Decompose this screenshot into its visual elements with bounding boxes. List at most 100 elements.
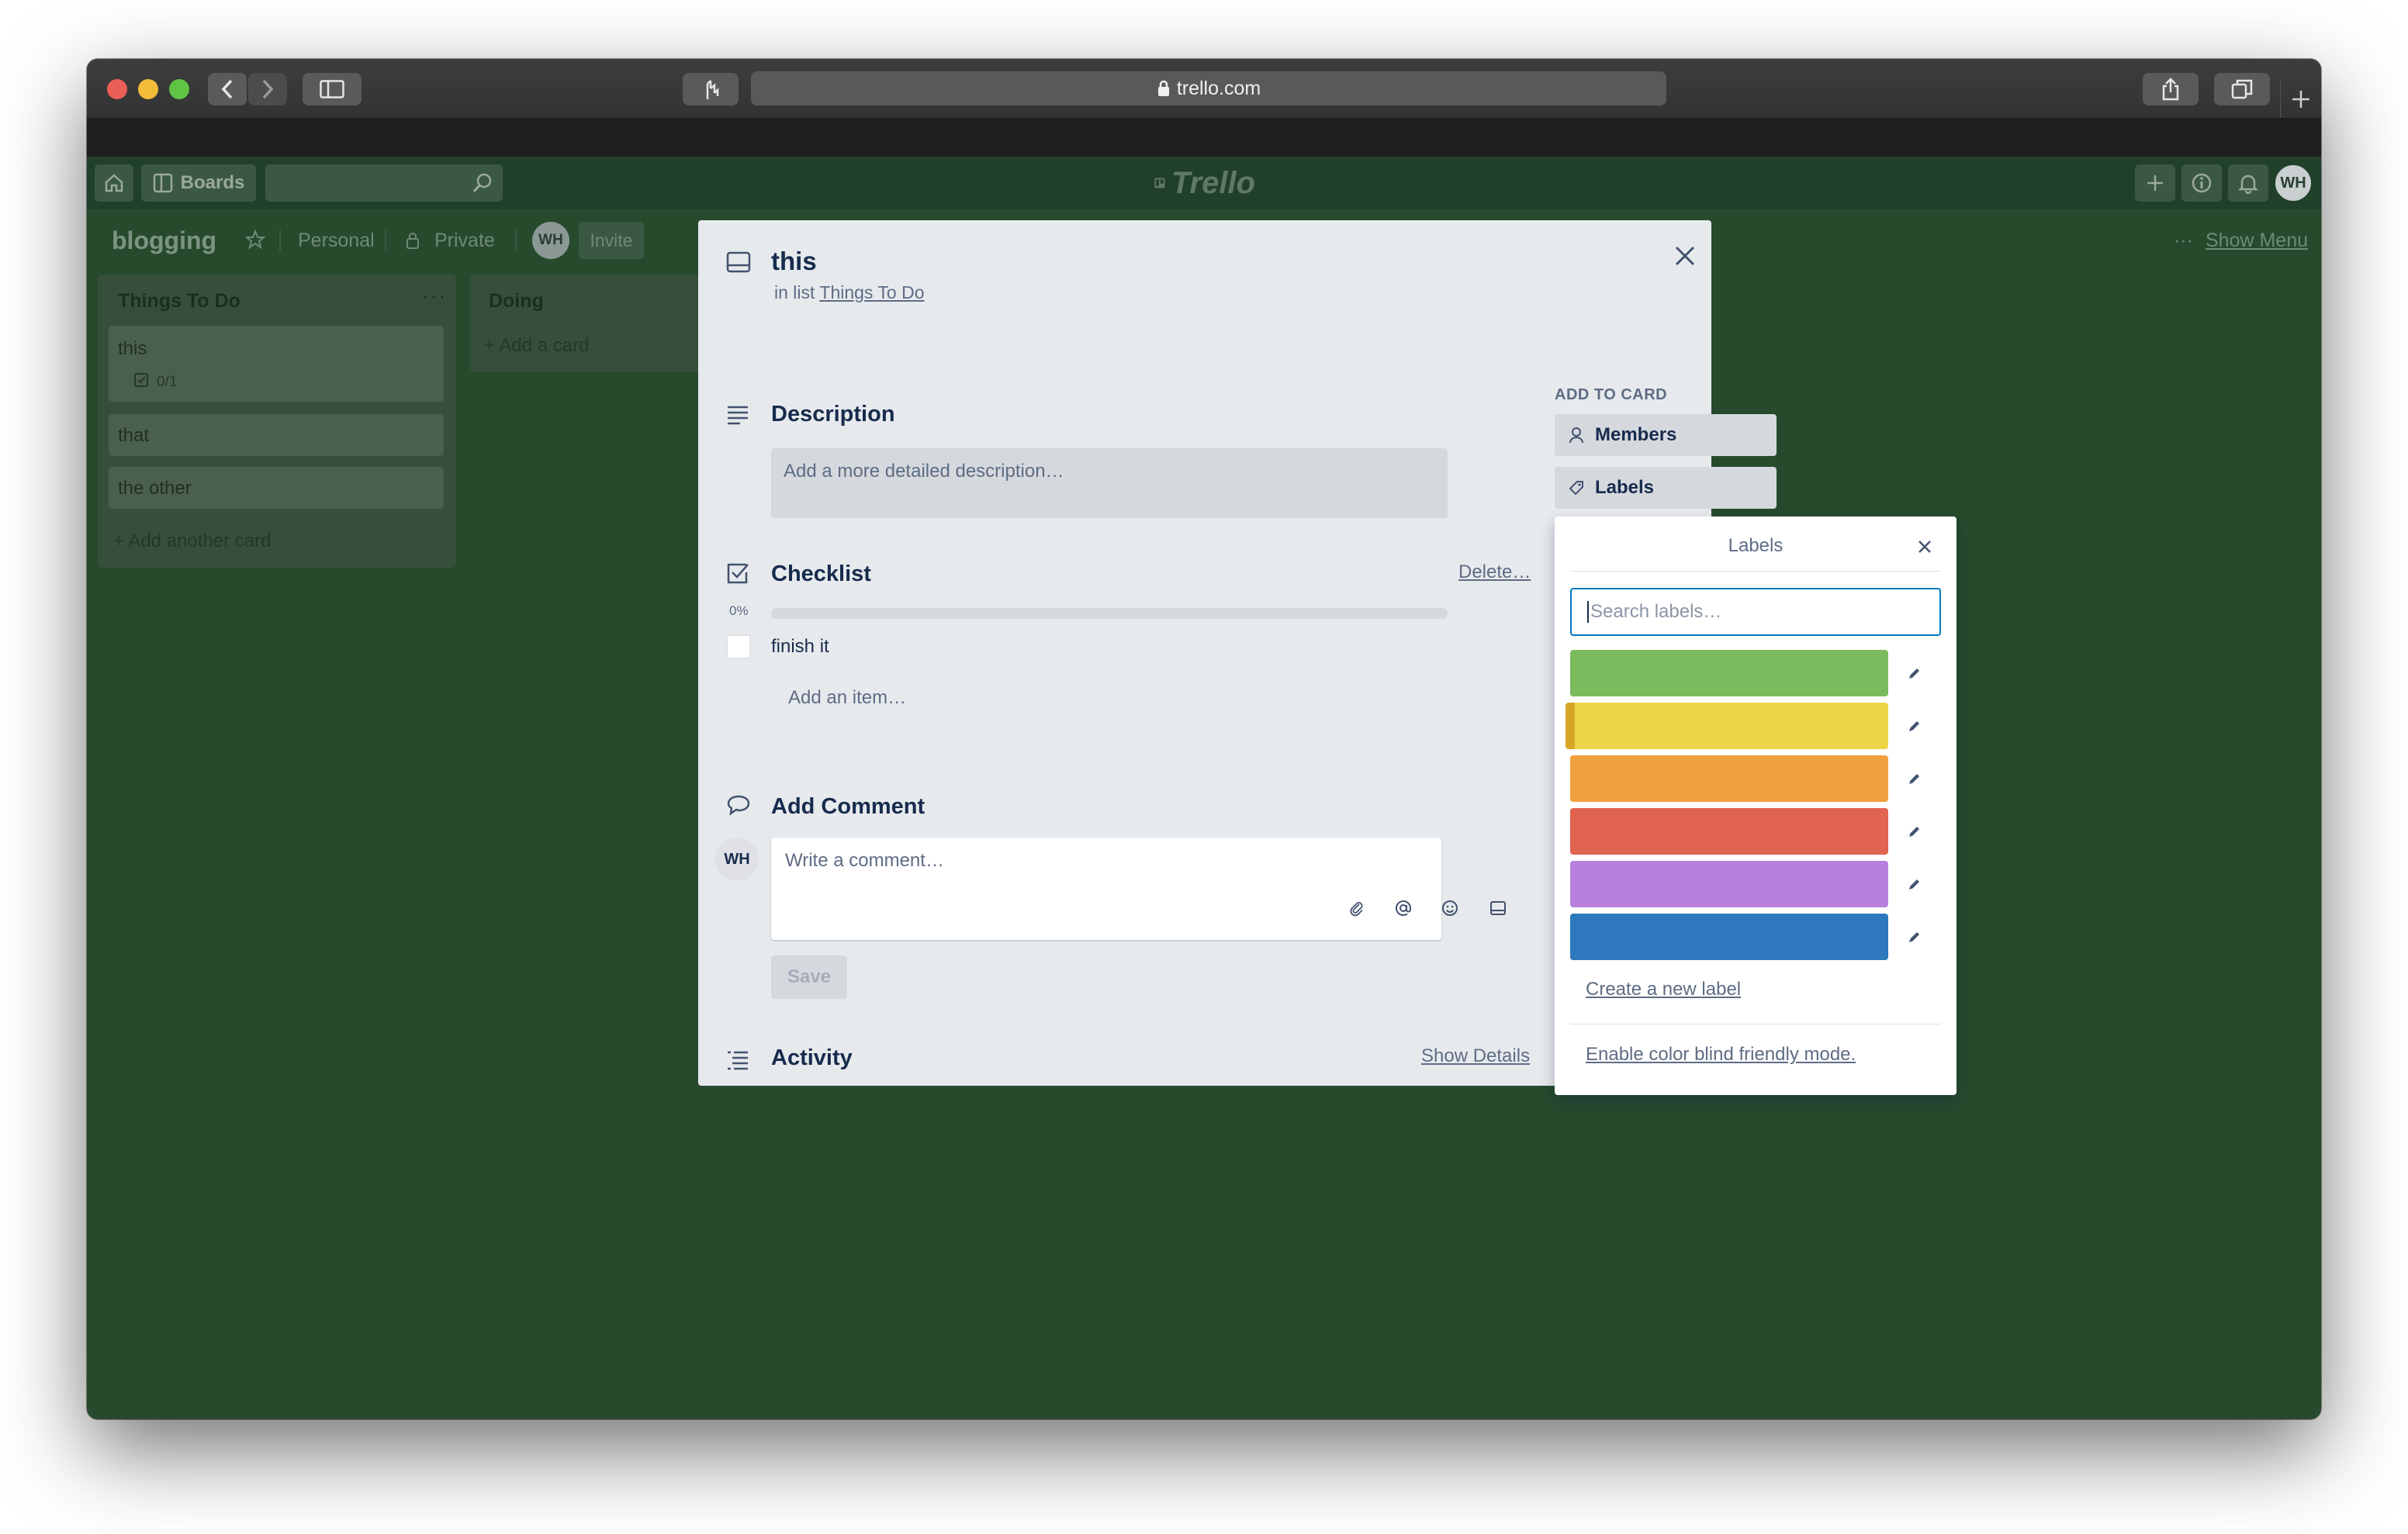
window-minimize-button[interactable] [138, 79, 158, 99]
list-menu-button[interactable]: ··· [422, 284, 447, 308]
board-header-divider [279, 230, 281, 251]
labels-button[interactable]: Labels [1555, 467, 1777, 509]
lock-icon [407, 233, 419, 249]
board-title[interactable]: blogging [112, 226, 216, 255]
popover-divider [1570, 571, 1941, 572]
close-icon[interactable] [1916, 538, 1933, 555]
pencil-icon [1909, 932, 1919, 942]
card-item[interactable]: the other [109, 467, 444, 509]
emoji-icon[interactable] [1441, 900, 1458, 917]
mention-icon[interactable] [1395, 900, 1412, 917]
create-new-label-button[interactable]: Create a new label [1586, 979, 1741, 1000]
tag-icon [1569, 481, 1583, 496]
tabs-overview-button[interactable] [2214, 73, 2270, 105]
edit-label-button[interactable] [1899, 869, 1930, 900]
browser-toolbar: trello.com [87, 59, 2321, 119]
share-button[interactable] [2143, 73, 2199, 105]
search-icon [472, 173, 492, 192]
board-member-avatar[interactable]: WH [532, 222, 569, 259]
user-avatar[interactable]: WH [2273, 163, 2313, 203]
person-icon [1569, 427, 1583, 444]
boards-button[interactable]: Boards [141, 164, 256, 202]
delete-checklist-button[interactable]: Delete… [1458, 561, 1531, 583]
add-checklist-item-button[interactable]: Add an item… [788, 687, 906, 709]
add-another-card-button[interactable]: + Add another card [113, 530, 271, 552]
window-zoom-button[interactable] [169, 79, 189, 99]
address-bar[interactable]: trello.com [751, 71, 1666, 105]
labels-popover-title: Labels [1728, 535, 1784, 556]
checklist-item-text[interactable]: finish it [771, 636, 829, 658]
members-button[interactable]: Members [1555, 414, 1777, 456]
chevron-right-icon [262, 79, 274, 99]
comment-icon [727, 795, 750, 816]
reader-button[interactable] [683, 73, 739, 105]
labels-label: Labels [1595, 477, 1655, 498]
description-input[interactable]: Add a more detailed description… [771, 448, 1448, 518]
window-close-button[interactable] [107, 79, 127, 99]
card-link-icon[interactable] [1489, 900, 1507, 917]
back-button[interactable] [208, 73, 247, 105]
sidebar-icon [320, 80, 344, 98]
search-labels-input[interactable]: Search labels… [1570, 588, 1941, 636]
hand-gesture-icon [706, 80, 719, 99]
more-icon: ··· [2174, 230, 2193, 251]
invite-button[interactable]: Invite [579, 222, 644, 259]
show-menu-label: Show Menu [2205, 230, 2309, 251]
edit-label-button[interactable] [1899, 658, 1930, 689]
card-title: that [118, 425, 150, 446]
list-name-link[interactable]: Things To Do [819, 282, 924, 302]
card-item[interactable]: that [109, 414, 444, 456]
edit-label-button[interactable] [1899, 763, 1930, 794]
label-color-option[interactable] [1570, 808, 1888, 855]
attachment-icon[interactable] [1348, 900, 1365, 917]
label-color-option[interactable] [1570, 755, 1888, 802]
checklist-badge: 0/1 [157, 374, 178, 390]
info-icon [2192, 173, 2212, 193]
checklist-heading: Checklist [771, 561, 871, 586]
show-menu-button[interactable]: ··· Show Menu [2174, 230, 2308, 252]
sidebar-toggle-button[interactable] [303, 73, 362, 105]
list-title[interactable]: Doing [489, 290, 544, 313]
home-button[interactable] [95, 164, 133, 202]
commenter-avatar: WH [715, 838, 759, 881]
add-to-card-heading: ADD TO CARD [1555, 386, 1668, 403]
color-blind-mode-button[interactable]: Enable color blind friendly mode. [1586, 1044, 1856, 1066]
notifications-button[interactable] [2228, 164, 2268, 202]
card-title[interactable]: this [771, 247, 817, 276]
trello-logo[interactable]: Trello [1154, 166, 1255, 200]
card-title: the other [118, 478, 192, 499]
edit-label-button[interactable] [1899, 710, 1930, 741]
comment-input[interactable]: Write a comment… [771, 838, 1441, 940]
add-card-button[interactable]: + Add a card [484, 335, 589, 357]
forward-button[interactable] [248, 73, 287, 105]
list-title[interactable]: Things To Do [118, 290, 240, 313]
label-color-option[interactable] [1570, 914, 1888, 960]
activity-heading: Activity [771, 1045, 853, 1070]
show-details-button[interactable]: Show Details [1421, 1045, 1530, 1067]
list-doing [470, 275, 711, 372]
checklist-item-checkbox[interactable] [726, 634, 751, 659]
star-icon[interactable] [245, 230, 265, 250]
card-item[interactable]: this 0/1 [109, 326, 444, 402]
checklist-icon [727, 563, 749, 584]
description-heading: Description [771, 402, 895, 427]
label-color-option[interactable] [1570, 861, 1888, 907]
info-button[interactable] [2181, 164, 2222, 202]
create-button[interactable] [2135, 164, 2175, 202]
label-color-option[interactable] [1570, 650, 1888, 696]
board-team-button[interactable]: Personal [298, 230, 375, 252]
edit-label-button[interactable] [1899, 921, 1930, 952]
pencil-icon [1909, 721, 1919, 731]
board-visibility-button[interactable]: Private [434, 230, 495, 252]
edit-label-button[interactable] [1899, 816, 1930, 847]
new-tab-button[interactable] [2280, 81, 2321, 118]
label-color-option[interactable] [1566, 703, 1888, 749]
close-icon[interactable] [1673, 244, 1697, 268]
header-search-input[interactable] [265, 164, 503, 202]
lock-icon [1157, 80, 1169, 96]
save-comment-button[interactable]: Save [771, 955, 847, 999]
label-selected-marker [1566, 703, 1575, 749]
description-icon [728, 406, 748, 425]
card-list-info: in list Things To Do [774, 282, 924, 303]
card-icon [726, 251, 751, 273]
